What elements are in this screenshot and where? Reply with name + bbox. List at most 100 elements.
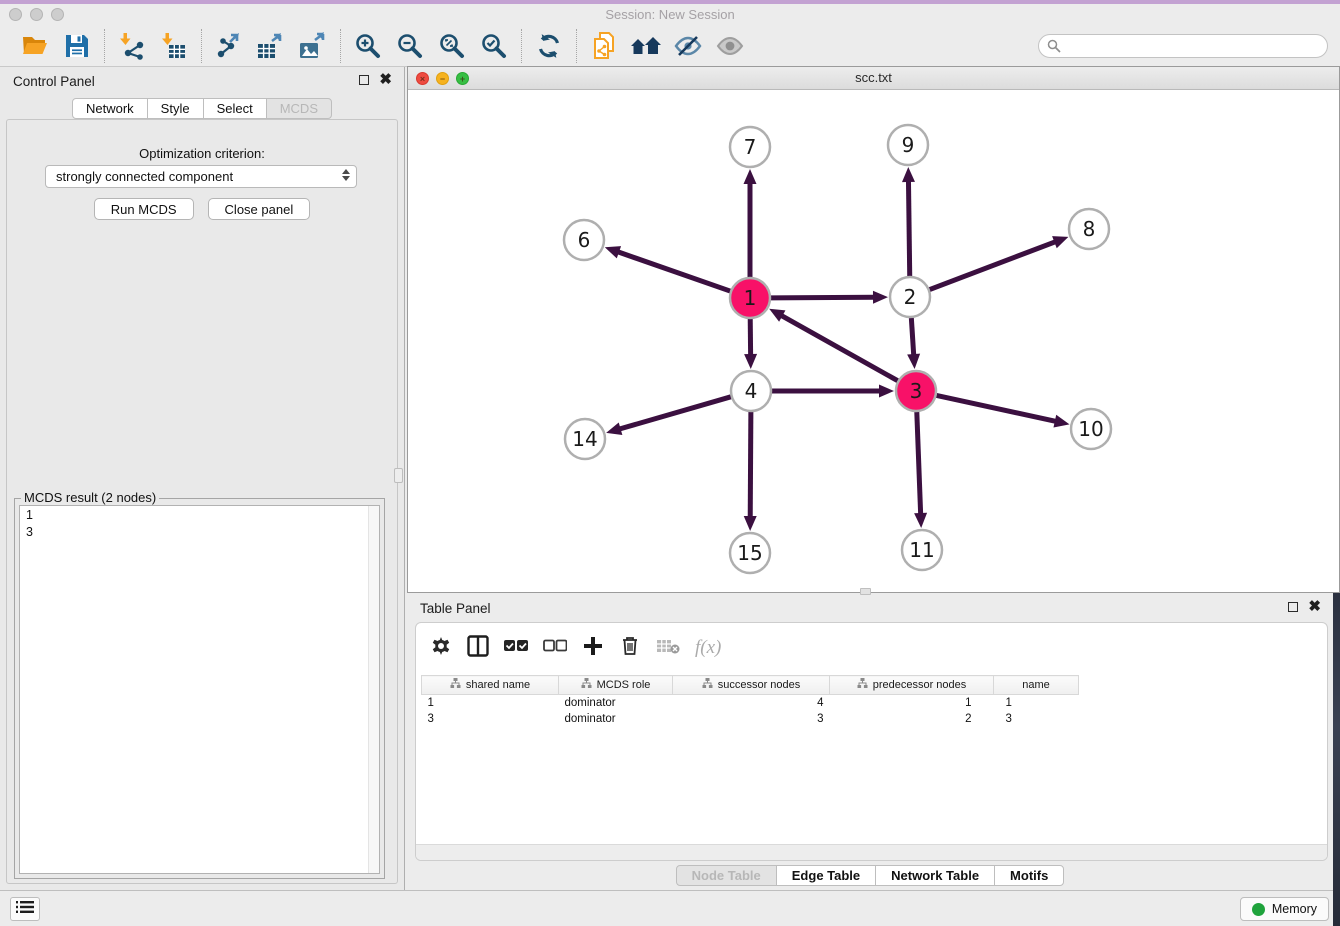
table-tab-edge-table[interactable]: Edge Table — [776, 865, 876, 886]
zoom-selected-button[interactable] — [477, 29, 511, 63]
table-cell[interactable]: dominator — [559, 711, 673, 727]
table-cell[interactable]: 1 — [830, 695, 994, 711]
table-cell[interactable]: 1 — [994, 695, 1079, 711]
import-table-button[interactable] — [157, 29, 191, 63]
horizontal-splitter-grip[interactable] — [860, 588, 871, 595]
search-input[interactable] — [1038, 34, 1328, 58]
main-toolbar — [0, 26, 1340, 67]
column-type-icon — [450, 678, 461, 692]
control-panel: Control Panel ✖ NetworkStyleSelectMCDS O… — [0, 67, 405, 890]
close-panel-button[interactable]: Close panel — [208, 198, 311, 220]
close-panel-icon[interactable]: ✖ — [379, 74, 392, 86]
zoom-fit-icon — [438, 32, 466, 60]
network-zoom-button[interactable]: + — [456, 72, 469, 85]
task-history-button[interactable] — [10, 897, 40, 921]
refresh-icon — [535, 32, 563, 60]
mcds-result-text[interactable]: 1 3 — [19, 505, 380, 874]
table-tab-network-table[interactable]: Network Table — [875, 865, 995, 886]
function-builder-button[interactable]: f(x) — [695, 635, 721, 661]
close-table-panel-icon[interactable]: ✖ — [1308, 601, 1321, 613]
export-table-button[interactable] — [254, 29, 288, 63]
float-table-panel-icon[interactable] — [1288, 602, 1298, 612]
app-title: Session: New Session — [0, 4, 1340, 26]
home-button[interactable] — [629, 29, 663, 63]
criterion-select[interactable]: strongly connected component — [45, 165, 357, 188]
tab-select[interactable]: Select — [203, 98, 267, 119]
table-cell[interactable]: 3 — [994, 711, 1079, 727]
tab-style[interactable]: Style — [147, 98, 204, 119]
graph-node-label: 10 — [1078, 417, 1103, 441]
result-scrollbar[interactable] — [368, 506, 379, 873]
graph-node-label: 2 — [904, 285, 917, 309]
desktop-strip-right — [1333, 593, 1340, 926]
zoom-out-icon — [396, 32, 424, 60]
close-window-button[interactable] — [9, 8, 22, 21]
graph-edge-1-2[interactable] — [771, 297, 875, 298]
tab-mcds[interactable]: MCDS — [266, 98, 332, 119]
open-in-ndex-button[interactable] — [587, 29, 621, 63]
run-mcds-button[interactable]: Run MCDS — [94, 198, 194, 220]
vertical-splitter-grip[interactable] — [394, 468, 403, 483]
graph-edge-arrowhead — [605, 246, 621, 258]
graph-edge-2-8[interactable] — [930, 241, 1057, 289]
table-row[interactable]: 3dominator323 — [422, 711, 1079, 727]
minimize-window-button[interactable] — [30, 8, 43, 21]
graph-edge-4-14[interactable] — [619, 397, 731, 429]
select-all-rows-button[interactable] — [504, 635, 528, 661]
float-panel-icon[interactable] — [359, 75, 369, 85]
zoom-out-button[interactable] — [393, 29, 427, 63]
graph-edge-1-6[interactable] — [617, 252, 730, 292]
show-all-button[interactable] — [713, 29, 747, 63]
graph-edge-arrowhead — [873, 291, 888, 304]
memory-button[interactable]: Memory — [1240, 897, 1329, 921]
table-footer-strip — [416, 844, 1327, 860]
graph-edge-3-11[interactable] — [917, 412, 921, 515]
network-minimize-button[interactable]: − — [436, 72, 449, 85]
tab-network[interactable]: Network — [72, 98, 148, 119]
export-network-button[interactable] — [212, 29, 246, 63]
column-header-MCDS-role[interactable]: MCDS role — [559, 676, 673, 695]
add-row-button[interactable] — [582, 635, 604, 661]
hide-selected-button[interactable] — [671, 29, 705, 63]
zoom-window-button[interactable] — [51, 8, 64, 21]
table-cell[interactable]: dominator — [559, 695, 673, 711]
table-tab-motifs[interactable]: Motifs — [994, 865, 1064, 886]
table-cell[interactable]: 2 — [830, 711, 994, 727]
table-tab-node-table[interactable]: Node Table — [676, 865, 777, 886]
table-row[interactable]: 1dominator411 — [422, 695, 1079, 711]
graph-node-label: 7 — [744, 135, 757, 159]
graph-edge-2-3[interactable] — [911, 318, 913, 356]
toggle-columns-button[interactable] — [467, 635, 489, 661]
graph-edge-3-10[interactable] — [937, 395, 1057, 421]
column-header-shared-name[interactable]: shared name — [422, 676, 559, 695]
network-window-titlebar[interactable]: × − + scc.txt — [408, 67, 1339, 90]
table-cell[interactable]: 1 — [422, 695, 559, 711]
open-session-button[interactable] — [18, 29, 52, 63]
window-traffic-lights — [9, 8, 64, 21]
table-cell[interactable]: 4 — [673, 695, 830, 711]
export-image-button[interactable] — [296, 29, 330, 63]
graph-edge-3-1[interactable] — [781, 315, 898, 381]
graph-edge-2-9[interactable] — [908, 180, 909, 276]
import-network-button[interactable] — [115, 29, 149, 63]
column-label: MCDS role — [597, 679, 651, 691]
deselect-all-rows-button[interactable] — [543, 635, 567, 661]
network-canvas[interactable]: 1234678910111415 — [408, 91, 1339, 593]
table-cell[interactable]: 3 — [673, 711, 830, 727]
table-cell[interactable]: 3 — [422, 711, 559, 727]
table-settings-button[interactable] — [430, 635, 452, 661]
zoom-fit-button[interactable] — [435, 29, 469, 63]
refresh-layout-button[interactable] — [532, 29, 566, 63]
delete-table-button[interactable] — [656, 635, 680, 661]
zoom-selected-icon — [480, 32, 508, 60]
column-header-name[interactable]: name — [994, 676, 1079, 695]
graph-edge-4-15[interactable] — [750, 412, 751, 518]
graph-edge-arrowhead — [744, 169, 757, 184]
save-session-button[interactable] — [60, 29, 94, 63]
graph-node-label: 14 — [572, 427, 597, 451]
network-close-button[interactable]: × — [416, 72, 429, 85]
delete-rows-button[interactable] — [619, 635, 641, 661]
zoom-in-button[interactable] — [351, 29, 385, 63]
column-header-predecessor-nodes[interactable]: predecessor nodes — [830, 676, 994, 695]
column-header-successor-nodes[interactable]: successor nodes — [673, 676, 830, 695]
